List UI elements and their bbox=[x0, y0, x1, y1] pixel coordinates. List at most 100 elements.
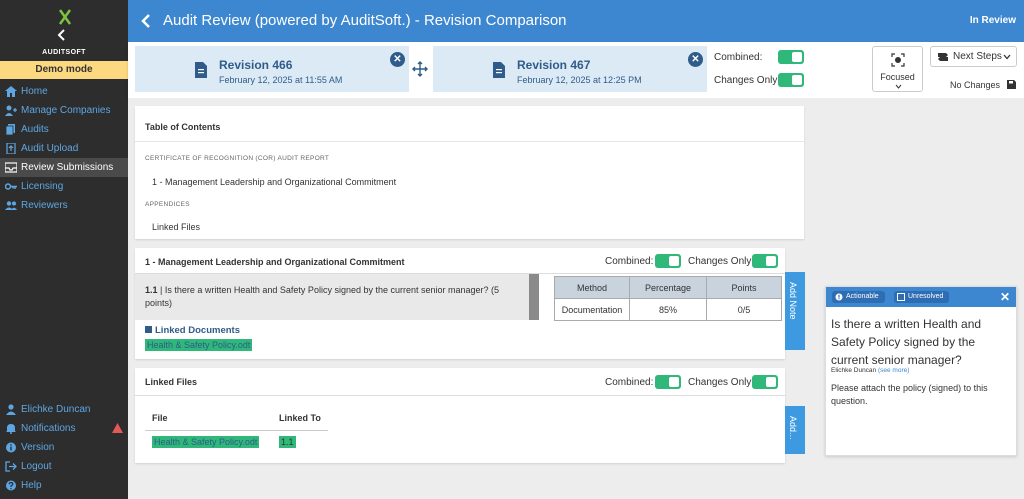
save-status: No Changes bbox=[950, 80, 1016, 90]
warning-icon bbox=[112, 423, 123, 433]
linked-files-card: Linked Files Combined: Changes Only: Fil… bbox=[135, 368, 785, 463]
nav-user-label: Elichke Duncan bbox=[21, 404, 91, 415]
next-steps-label: Next Steps bbox=[953, 51, 1002, 62]
actionable-chip[interactable]: Actionable bbox=[832, 291, 885, 303]
files-icon bbox=[5, 124, 15, 135]
revision-card-left[interactable]: Revision 466 February 12, 2025 at 11:55 … bbox=[135, 46, 409, 92]
close-icon[interactable]: ✕ bbox=[1000, 290, 1010, 304]
comment-panel: Actionable Unresolved ✕ Is there a writt… bbox=[825, 286, 1017, 456]
info-icon bbox=[6, 442, 16, 453]
see-more-link[interactable]: (see more) bbox=[878, 367, 909, 374]
alert-circle-icon bbox=[835, 293, 843, 301]
comment-body: Please attach the policy (signed) to thi… bbox=[831, 383, 988, 406]
add-note-button[interactable]: Add... bbox=[785, 406, 805, 454]
nav-user-profile[interactable]: Elichke Duncan bbox=[0, 400, 128, 419]
toc-link-section-1[interactable]: 1 - Management Leadership and Organizati… bbox=[152, 177, 396, 187]
user-plus-icon bbox=[5, 105, 17, 116]
nav-notifications-label: Notifications bbox=[21, 423, 76, 434]
nav-notifications[interactable]: Notifications bbox=[0, 419, 128, 438]
page-title: Audit Review (powered by AuditSoft.) - R… bbox=[163, 12, 567, 29]
move-arrows-icon[interactable] bbox=[412, 61, 428, 77]
section-header: 1 - Management Leadership and Organizati… bbox=[135, 248, 785, 274]
revision-card-right[interactable]: Revision 467 February 12, 2025 at 12:25 … bbox=[433, 46, 707, 92]
logo-x-icon bbox=[58, 9, 72, 25]
changes-only-toggle[interactable] bbox=[752, 375, 778, 389]
linked-file-link[interactable]: Health & Safety Policy.odt bbox=[152, 436, 260, 448]
comment-author-name: Elichke Duncan bbox=[831, 367, 877, 374]
unresolved-chip[interactable]: Unresolved bbox=[894, 291, 950, 303]
comment-header: Actionable Unresolved ✕ bbox=[826, 287, 1016, 307]
page-header: Audit Review (powered by AuditSoft.) - R… bbox=[128, 0, 1024, 42]
nav-review-submissions[interactable]: Review Submissions bbox=[0, 158, 128, 177]
nav-manage-companies[interactable]: Manage Companies bbox=[0, 101, 128, 120]
toc-title: Table of Contents bbox=[145, 122, 221, 132]
document-icon bbox=[493, 62, 505, 78]
table-cell-method: Documentation bbox=[554, 298, 630, 321]
linked-documents-square-icon bbox=[145, 326, 152, 333]
user-icon bbox=[6, 404, 16, 415]
question-label: Is there a written Health and Safety Pol… bbox=[145, 285, 500, 308]
save-disk-icon[interactable] bbox=[1006, 80, 1016, 89]
help-icon bbox=[6, 480, 16, 491]
combined-toggle[interactable] bbox=[655, 254, 681, 268]
toc-link-linked-files[interactable]: Linked Files bbox=[152, 222, 200, 232]
linked-document-link[interactable]: Health & Safety Policy.odt bbox=[145, 339, 253, 351]
add-note-label: Add Note bbox=[788, 282, 798, 320]
column-header-linked-to: Linked To bbox=[279, 413, 321, 423]
next-steps-dropdown[interactable]: Next Steps bbox=[930, 46, 1017, 67]
chevron-left-icon[interactable] bbox=[55, 28, 69, 42]
close-icon[interactable]: ✕ bbox=[390, 52, 405, 67]
linked-files-title: Linked Files bbox=[145, 377, 198, 387]
combined-toggle[interactable] bbox=[655, 375, 681, 389]
nav-reviewers[interactable]: Reviewers bbox=[0, 196, 128, 215]
revision-name: Revision 466 bbox=[219, 58, 293, 72]
focused-label: Focused bbox=[880, 72, 915, 82]
file-upload-icon bbox=[6, 143, 16, 154]
changes-only-toggle[interactable] bbox=[752, 254, 778, 268]
logout-icon bbox=[5, 461, 17, 472]
table-of-contents: Table of Contents CERTIFICATE OF RECOGNI… bbox=[135, 106, 804, 239]
back-arrow-icon[interactable] bbox=[140, 13, 152, 29]
revision-date: February 12, 2025 at 11:55 AM bbox=[219, 75, 343, 85]
nav-help[interactable]: Help bbox=[0, 476, 128, 495]
nav-home[interactable]: Home bbox=[0, 82, 128, 101]
section-card: 1 - Management Leadership and Organizati… bbox=[135, 248, 785, 359]
toc-section-heading: APPENDICES bbox=[145, 201, 190, 208]
nav-version-label: Version bbox=[21, 442, 55, 453]
focused-button[interactable]: Focused bbox=[872, 46, 923, 92]
inbox-icon bbox=[5, 162, 17, 173]
nav-manage-companies-label: Manage Companies bbox=[21, 105, 111, 116]
unresolved-label: Unresolved bbox=[908, 293, 944, 300]
nav-licensing[interactable]: Licensing bbox=[0, 177, 128, 196]
changes-only-toggle[interactable] bbox=[778, 73, 804, 87]
toc-section-heading: CERTIFICATE OF RECOGNITION (COR) AUDIT R… bbox=[145, 155, 330, 162]
nav-audits-label: Audits bbox=[21, 124, 49, 135]
linked-documents-heading: Linked Documents bbox=[145, 325, 240, 336]
nav-audit-upload[interactable]: Audit Upload bbox=[0, 139, 128, 158]
table-header-method: Method bbox=[554, 276, 630, 299]
key-icon bbox=[5, 183, 17, 190]
revision-bar: Revision 466 February 12, 2025 at 11:55 … bbox=[128, 42, 1024, 98]
changes-only-label: Changes Only: bbox=[688, 256, 755, 267]
question-number: 1.1 bbox=[145, 285, 158, 295]
nav-audits[interactable]: Audits bbox=[0, 120, 128, 139]
nav-version[interactable]: Version bbox=[0, 438, 128, 457]
combined-label: Combined: bbox=[605, 256, 654, 267]
comment-question: Is there a written Health and Safety Pol… bbox=[831, 317, 982, 367]
linked-documents-label: Linked Documents bbox=[155, 325, 240, 336]
demo-mode-banner: Demo mode bbox=[0, 61, 128, 79]
add-note-label: Add... bbox=[788, 416, 798, 440]
table-cell-percentage: 85% bbox=[629, 298, 707, 321]
sidebar: AUDITSOFT Demo mode Home Manage Companie… bbox=[0, 0, 128, 499]
close-icon[interactable]: ✕ bbox=[688, 52, 703, 67]
linked-to-badge[interactable]: 1.1 bbox=[279, 436, 296, 448]
users-icon bbox=[5, 201, 17, 210]
nav-logout[interactable]: Logout bbox=[0, 457, 128, 476]
section-header: Linked Files Combined: Changes Only: bbox=[135, 368, 785, 396]
actionable-label: Actionable bbox=[846, 293, 879, 300]
add-note-button[interactable]: Add Note bbox=[785, 272, 805, 350]
app-logo bbox=[34, 8, 94, 26]
combined-toggle[interactable] bbox=[778, 50, 804, 64]
brand-label: AUDITSOFT bbox=[42, 49, 86, 56]
checkbox-icon bbox=[897, 293, 905, 301]
